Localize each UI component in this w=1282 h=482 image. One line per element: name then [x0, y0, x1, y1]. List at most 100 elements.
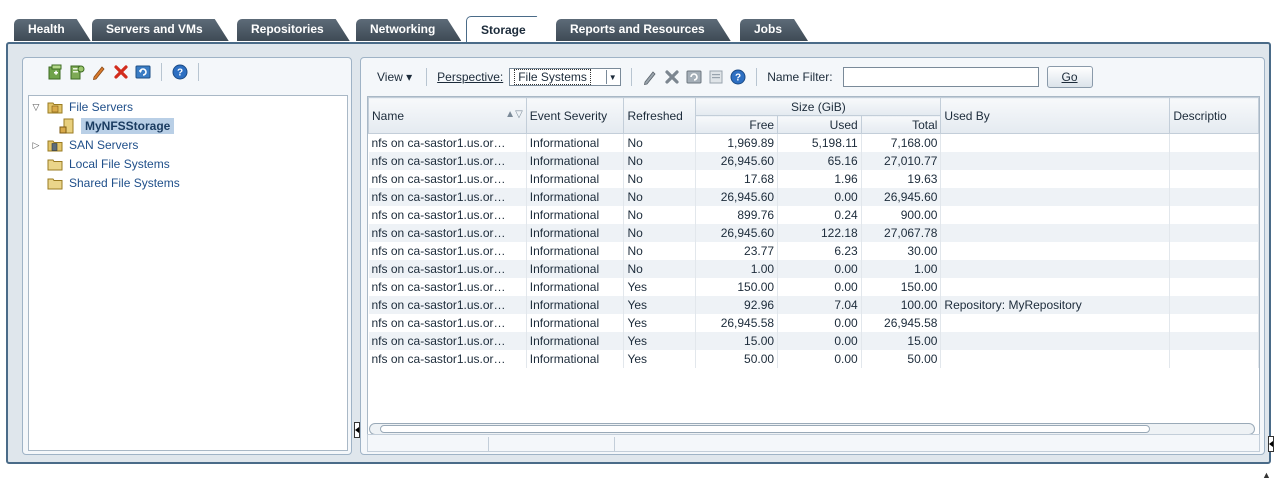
- free-cell: 15.00: [695, 331, 779, 350]
- column-header-used-by[interactable]: Used By: [940, 97, 1171, 134]
- tree-item-file-servers[interactable]: ▽ File Servers: [31, 98, 133, 116]
- help-icon[interactable]: ?: [172, 64, 188, 80]
- tab-networking[interactable]: Networking: [356, 19, 461, 41]
- tree-item-san-servers[interactable]: ▷ SAN Servers: [31, 136, 139, 154]
- description-cell: [1169, 241, 1259, 260]
- table-row[interactable]: nfs on ca-sastor1.us.or… Informational No 1…: [368, 133, 1259, 152]
- view-menu[interactable]: View ▾: [377, 70, 412, 84]
- table-status-bar: [367, 434, 1260, 452]
- total-cell: 27,067.78: [861, 223, 942, 242]
- column-header-total[interactable]: Total: [860, 115, 942, 134]
- name-filter-input[interactable]: [842, 67, 1039, 87]
- column-header-description[interactable]: Descriptio: [1169, 97, 1259, 134]
- table-row[interactable]: nfs on ca-sastor1.us.or… Informational No 1…: [368, 169, 1259, 188]
- table-row[interactable]: nfs on ca-sastor1.us.or… Informational Yes…: [368, 349, 1259, 368]
- event-severity-cell: Informational: [526, 277, 625, 296]
- tab-health[interactable]: Health: [14, 19, 91, 41]
- description-cell: [1169, 151, 1259, 170]
- description-cell: [1169, 277, 1259, 296]
- column-header-used[interactable]: Used: [777, 115, 862, 134]
- used-by-cell: [940, 169, 1171, 188]
- used-cell: 0.00: [777, 331, 862, 350]
- sort-arrows-icon[interactable]: ▲▽: [505, 109, 523, 120]
- total-cell: 26,945.58: [861, 313, 942, 332]
- collapse-triangle-icon[interactable]: ▽: [31, 102, 41, 113]
- tree-item-shared-file-systems[interactable]: Shared File Systems: [47, 174, 180, 192]
- tab-reports-and-resources[interactable]: Reports and Resources: [556, 19, 731, 41]
- table-row[interactable]: nfs on ca-sastor1.us.or… Informational Yes…: [368, 313, 1259, 332]
- event-severity-cell: Informational: [526, 241, 625, 260]
- tab-jobs[interactable]: Jobs: [740, 19, 808, 41]
- event-severity-cell: Informational: [526, 205, 625, 224]
- table-row[interactable]: nfs on ca-sastor1.us.or… Informational No 8…: [368, 205, 1259, 224]
- chevron-up-icon[interactable]: ▲: [1262, 470, 1271, 480]
- table-row[interactable]: nfs on ca-sastor1.us.or… Informational Yes…: [368, 331, 1259, 350]
- free-cell: 17.68: [695, 169, 779, 188]
- status-separator: [614, 437, 615, 451]
- table-row[interactable]: nfs on ca-sastor1.us.or… Informational No 2…: [368, 187, 1259, 206]
- table-row[interactable]: nfs on ca-sastor1.us.or… Informational No 2…: [368, 223, 1259, 242]
- column-header-name[interactable]: Name ▲▽: [368, 97, 527, 134]
- free-cell: 26,945.58: [695, 313, 779, 332]
- used-by-cell: [940, 331, 1171, 350]
- dropdown-arrow-icon[interactable]: ▼: [606, 70, 618, 84]
- name-cell: nfs on ca-sastor1.us.or…: [368, 277, 527, 296]
- table-row[interactable]: nfs on ca-sastor1.us.or… Informational No 1…: [368, 259, 1259, 278]
- tab-servers-and-vms[interactable]: Servers and VMs: [92, 19, 229, 41]
- column-header-event-severity[interactable]: Event Severity: [525, 97, 625, 134]
- column-header-free[interactable]: Free: [695, 115, 779, 134]
- table-row[interactable]: nfs on ca-sastor1.us.or… Informational Yes…: [368, 277, 1259, 296]
- used-by-cell: [940, 277, 1171, 296]
- file-systems-panel: View ▾ Perspective: File Systems ▼ ? Nam…: [360, 57, 1265, 455]
- properties-icon[interactable]: [708, 69, 724, 85]
- go-button[interactable]: Go: [1046, 66, 1093, 88]
- used-by-cell: Repository: MyRepository: [940, 295, 1171, 314]
- discover-server-icon[interactable]: [69, 64, 85, 80]
- description-cell: [1169, 133, 1259, 152]
- table-row[interactable]: nfs on ca-sastor1.us.or… Informational No 2…: [368, 151, 1259, 170]
- description-cell: [1169, 313, 1259, 332]
- tab-storage[interactable]: Storage: [466, 16, 553, 44]
- table-row[interactable]: nfs on ca-sastor1.us.or… Informational Yes…: [368, 295, 1259, 314]
- used-cell: 0.00: [777, 259, 862, 278]
- expand-triangle-icon[interactable]: ▷: [31, 140, 41, 151]
- tree-item-mynfsstorage[interactable]: MyNFSStorage: [59, 117, 175, 135]
- free-cell: 92.96: [695, 295, 779, 314]
- tree-item-local-file-systems[interactable]: Local File Systems: [47, 155, 170, 173]
- description-cell: [1169, 331, 1259, 350]
- storage-server-icon: [59, 118, 75, 134]
- refreshed-cell: No: [623, 205, 697, 224]
- name-cell: nfs on ca-sastor1.us.or…: [368, 313, 527, 332]
- used-cell: 122.18: [777, 223, 862, 242]
- refresh-icon[interactable]: [135, 64, 151, 80]
- delete-icon[interactable]: [113, 64, 129, 80]
- name-cell: nfs on ca-sastor1.us.or…: [368, 187, 527, 206]
- perspective-label: Perspective:: [437, 70, 504, 84]
- description-cell: [1169, 169, 1259, 188]
- navigation-toolbar: ?: [23, 58, 351, 86]
- collapse-right-panel-handle[interactable]: [1268, 436, 1274, 452]
- used-cell: 65.16: [777, 151, 862, 170]
- scrollbar-thumb[interactable]: [380, 425, 1150, 433]
- toolbar-separator: [161, 63, 162, 81]
- column-header-refreshed[interactable]: Refreshed: [623, 97, 697, 134]
- refreshed-cell: No: [623, 133, 697, 152]
- delete-icon[interactable]: [664, 69, 680, 85]
- name-cell: nfs on ca-sastor1.us.or…: [368, 295, 527, 314]
- perspective-select[interactable]: File Systems ▼: [509, 68, 622, 86]
- table-row[interactable]: nfs on ca-sastor1.us.or… Informational No 2…: [368, 241, 1259, 260]
- used-by-cell: [940, 187, 1171, 206]
- refreshed-cell: Yes: [623, 295, 697, 314]
- tab-repositories[interactable]: Repositories: [237, 19, 350, 41]
- refresh-icon[interactable]: [686, 69, 702, 85]
- used-cell: 0.00: [777, 277, 862, 296]
- main-tab-bar: Health Servers and VMs Repositories Netw…: [0, 0, 1282, 44]
- edit-icon[interactable]: [91, 64, 107, 80]
- add-file-server-icon[interactable]: [47, 64, 63, 80]
- name-cell: nfs on ca-sastor1.us.or…: [368, 223, 527, 242]
- folder-icon: [47, 156, 63, 172]
- edit-icon[interactable]: [642, 69, 658, 85]
- description-cell: [1169, 223, 1259, 242]
- view-menu-label: View: [377, 70, 403, 84]
- help-icon[interactable]: ?: [730, 69, 746, 85]
